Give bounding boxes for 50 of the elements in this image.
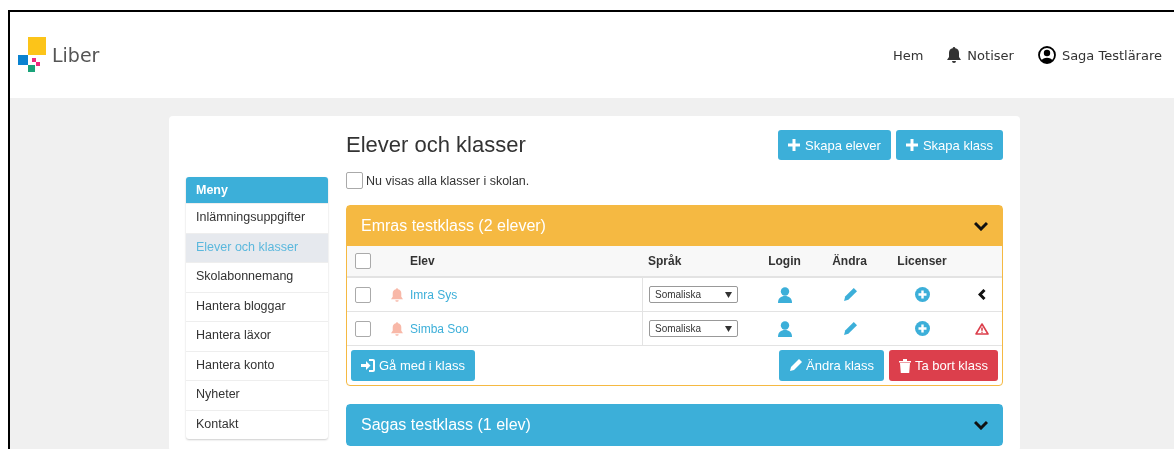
menu-title: Meny: [186, 177, 328, 203]
plus-circle-icon[interactable]: [914, 287, 930, 302]
user-icon[interactable]: [777, 286, 792, 303]
chevron-down-icon[interactable]: [974, 420, 988, 430]
menu-item[interactable]: Inlämningsuppgifter: [186, 203, 328, 233]
bell-icon: [947, 47, 962, 63]
bell-icon[interactable]: [391, 321, 403, 336]
menu-item[interactable]: Hantera läxor: [186, 321, 328, 351]
user-avatar-icon: [1037, 46, 1056, 64]
pencil-icon[interactable]: [842, 321, 857, 336]
page-title: Elever och klasser: [346, 132, 526, 158]
column-header: Login: [768, 254, 801, 268]
pencil-icon: [789, 359, 803, 372]
pencil-icon[interactable]: [842, 287, 857, 302]
show-all-checkbox[interactable]: [346, 172, 363, 189]
menu-item[interactable]: Nyheter: [186, 380, 328, 410]
column-header: Licenser: [897, 254, 947, 268]
row-checkbox[interactable]: [355, 286, 371, 303]
plus-icon: [905, 139, 918, 151]
logo-icon: [18, 37, 46, 73]
plus-icon: [788, 139, 800, 151]
dropdown-arrow-icon: [725, 325, 732, 332]
class-title: Emras testklass (2 elever): [361, 217, 546, 235]
select-all-checkbox[interactable]: [355, 253, 371, 269]
menu-item[interactable]: Hantera konto: [186, 350, 328, 380]
plus-circle-icon[interactable]: [914, 321, 930, 336]
user-icon[interactable]: [777, 320, 792, 337]
language-dropdown[interactable]: Somaliska: [649, 320, 738, 337]
delete-class-button[interactable]: Ta bort klass: [889, 350, 998, 381]
bell-icon[interactable]: [391, 287, 403, 302]
nav-link[interactable]: Notiser: [947, 47, 1014, 63]
nav-link[interactable]: Hem: [892, 47, 924, 63]
column-header: Språk: [647, 254, 683, 268]
menu-item[interactable]: Hantera bloggar: [186, 291, 328, 321]
menu-item[interactable]: Skolabonnemang: [186, 262, 328, 292]
chevron-down-icon[interactable]: [974, 221, 988, 231]
row-checkbox[interactable]: [355, 320, 371, 337]
dropdown-arrow-icon: [725, 291, 732, 298]
logo-text: Liber: [52, 44, 100, 66]
language-dropdown[interactable]: Somaliska: [649, 286, 738, 303]
user-menu-link[interactable]: Saga Testlärare: [1037, 46, 1162, 64]
column-header: Ändra: [832, 254, 867, 268]
column-header: Elev: [410, 254, 436, 268]
trash-icon: [899, 358, 911, 373]
class-title: Sagas testklass (1 elev): [361, 416, 531, 434]
chevron-left-icon[interactable]: [978, 289, 986, 300]
warning-icon: [975, 322, 989, 335]
show-all-label: Nu visas alla klasser i skolan.: [366, 173, 530, 188]
sign-in-icon: [361, 359, 375, 372]
menu-item[interactable]: Kontakt: [186, 409, 328, 439]
